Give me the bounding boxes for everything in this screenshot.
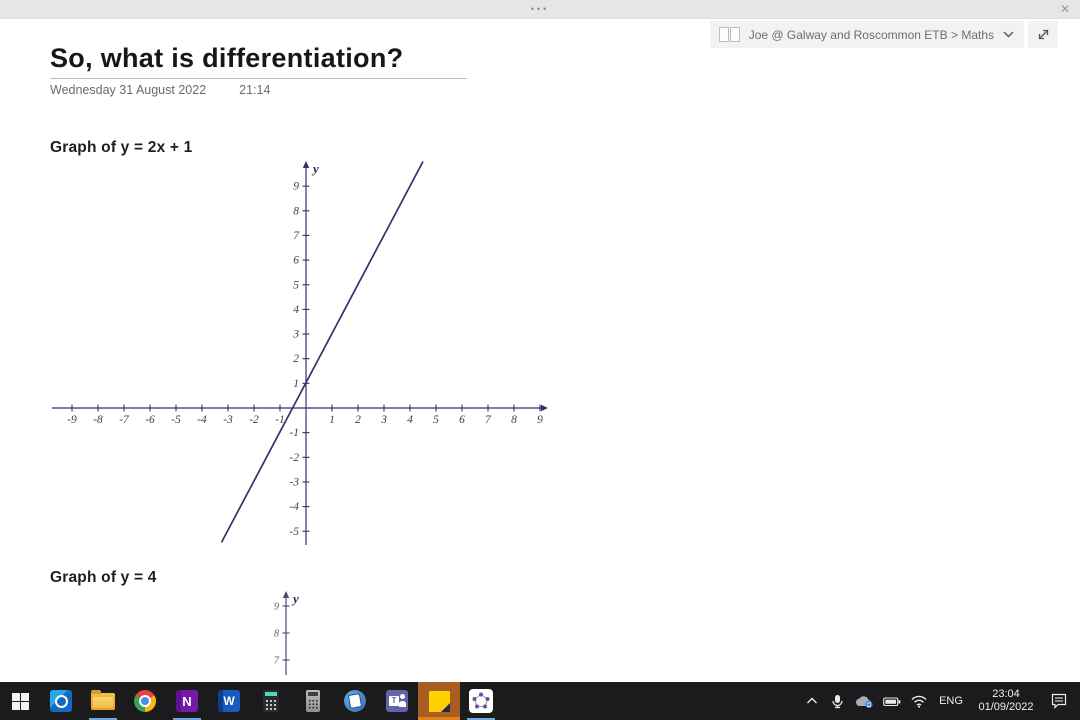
svg-text:4: 4 xyxy=(407,414,413,426)
expand-button[interactable] xyxy=(1028,21,1058,48)
svg-text:-3: -3 xyxy=(223,414,233,426)
svg-text:8: 8 xyxy=(274,629,279,640)
svg-text:9: 9 xyxy=(274,602,279,613)
svg-text:-5: -5 xyxy=(171,414,181,426)
svg-text:9: 9 xyxy=(537,414,543,426)
svg-text:-9: -9 xyxy=(67,414,77,426)
geogebra-icon xyxy=(469,689,493,713)
graph-image-y-4[interactable]: 9 8 7 y xyxy=(260,587,322,681)
svg-text:-5: -5 xyxy=(289,526,299,538)
taskbar-calculator[interactable] xyxy=(250,682,292,720)
taskbar-teams[interactable]: T xyxy=(376,682,418,720)
svg-text:y: y xyxy=(311,161,319,176)
taskbar-geogebra[interactable] xyxy=(460,682,502,720)
svg-text:6: 6 xyxy=(293,255,299,267)
tray-language-indicator[interactable]: ENG xyxy=(932,682,970,720)
action-center-icon[interactable] xyxy=(1042,682,1076,720)
calculator-icon xyxy=(263,690,279,712)
tray-microphone-icon[interactable] xyxy=(824,682,850,720)
svg-text:2: 2 xyxy=(355,414,361,426)
notebook-icon xyxy=(718,27,740,42)
svg-text:-7: -7 xyxy=(119,414,130,426)
teams-icon: T xyxy=(386,690,408,712)
tray-battery-icon[interactable] xyxy=(878,682,906,720)
taskbar-smart-notebook[interactable] xyxy=(334,682,376,720)
taskbar-outlook[interactable] xyxy=(40,682,82,720)
svg-text:8: 8 xyxy=(511,414,517,426)
start-button[interactable] xyxy=(0,682,40,720)
screen: ••• ✕ Joe @ Galway and Roscommon ETB > M… xyxy=(0,0,1080,720)
svg-text:-8: -8 xyxy=(93,414,103,426)
tray-time: 23:04 xyxy=(992,688,1020,700)
svg-text:3: 3 xyxy=(292,329,299,341)
taskbar: N W T ENG 23:04 01/09/2022 xyxy=(0,682,1080,720)
tray-date: 01/09/2022 xyxy=(978,701,1034,713)
svg-text:7: 7 xyxy=(293,230,300,242)
smart-notebook-icon xyxy=(344,690,366,712)
svg-text:4: 4 xyxy=(293,304,299,316)
svg-text:-6: -6 xyxy=(145,414,155,426)
page-date[interactable]: Wednesday 31 August 2022 xyxy=(50,83,206,97)
taskbar-onenote[interactable]: N xyxy=(166,682,208,720)
svg-text:8: 8 xyxy=(293,205,299,217)
svg-text:7: 7 xyxy=(274,656,280,667)
expand-diagonal-icon xyxy=(1038,29,1048,40)
page-title[interactable]: So, what is differentiation? xyxy=(50,43,403,74)
windows-logo-icon xyxy=(11,692,29,710)
system-tray: ENG 23:04 01/09/2022 xyxy=(800,682,1080,720)
outlook-icon xyxy=(50,690,72,712)
window-titlebar: ••• ✕ xyxy=(0,0,1080,19)
tray-onedrive-sync-icon[interactable] xyxy=(850,682,878,720)
svg-text:y: y xyxy=(291,591,299,606)
taskbar-sticky-notes[interactable] xyxy=(418,682,460,720)
svg-text:3: 3 xyxy=(380,414,387,426)
tray-clock[interactable]: 23:04 01/09/2022 xyxy=(970,682,1042,720)
word-icon: W xyxy=(218,690,240,712)
taskbar-word[interactable]: W xyxy=(208,682,250,720)
window-drag-handle[interactable]: ••• xyxy=(531,0,549,18)
svg-text:5: 5 xyxy=(293,279,299,291)
graph-image-y-2x-plus-1[interactable]: -9 -8 -7 -6 -5 -4 -3 -2 -1 1 2 3 4 5 6 7 8 9-5-4-3-2-1123… xyxy=(50,159,550,549)
svg-text:-2: -2 xyxy=(289,452,299,464)
breadcrumb-text: Joe @ Galway and Roscommon ETB > Maths xyxy=(748,27,994,42)
svg-text:7: 7 xyxy=(485,414,492,426)
svg-text:5: 5 xyxy=(433,414,439,426)
file-explorer-icon xyxy=(91,689,115,710)
taskbar-chrome[interactable] xyxy=(124,682,166,720)
taskbar-scientific-calculator[interactable] xyxy=(292,682,334,720)
sticky-notes-icon xyxy=(428,690,450,712)
chevron-down-icon xyxy=(1003,31,1014,38)
svg-text:-4: -4 xyxy=(197,414,207,426)
svg-text:-3: -3 xyxy=(289,476,299,488)
section-label-graph-2x-plus-1[interactable]: Graph of y = 2x + 1 xyxy=(50,139,193,157)
notebook-breadcrumb[interactable]: Joe @ Galway and Roscommon ETB > Maths xyxy=(709,21,1024,48)
page-time[interactable]: 21:14 xyxy=(239,83,270,97)
taskbar-file-explorer[interactable] xyxy=(82,682,124,720)
tray-chevron-up-icon[interactable] xyxy=(800,682,824,720)
section-label-graph-y-4[interactable]: Graph of y = 4 xyxy=(50,569,157,587)
chrome-icon xyxy=(134,690,156,712)
tray-wifi-icon[interactable] xyxy=(906,682,932,720)
page-meta: Wednesday 31 August 2022 21:14 xyxy=(50,83,270,97)
title-underline xyxy=(50,78,467,79)
note-page: Joe @ Galway and Roscommon ETB > Maths S… xyxy=(0,19,1080,682)
svg-text:1: 1 xyxy=(293,378,299,390)
svg-text:9: 9 xyxy=(293,181,299,193)
svg-text:6: 6 xyxy=(459,414,465,426)
scientific-calculator-icon xyxy=(306,690,320,712)
svg-text:-4: -4 xyxy=(289,501,299,513)
svg-text:2: 2 xyxy=(293,353,299,365)
onenote-icon: N xyxy=(176,690,198,712)
svg-text:1: 1 xyxy=(329,414,335,426)
svg-text:-1: -1 xyxy=(289,427,299,439)
svg-text:-2: -2 xyxy=(249,414,259,426)
close-icon[interactable]: ✕ xyxy=(1056,0,1074,18)
